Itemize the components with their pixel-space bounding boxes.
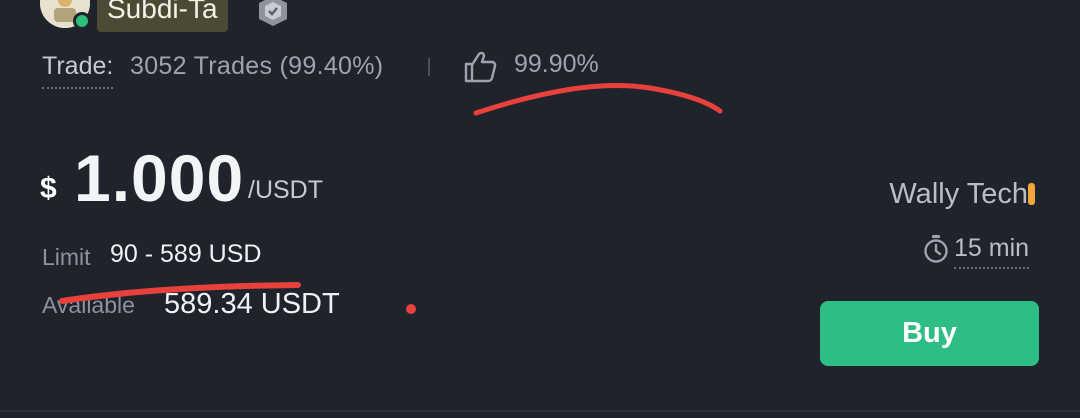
thumbs-up-icon [462, 50, 498, 84]
available-label: Available [42, 292, 135, 318]
annotation-underline-rating [473, 83, 723, 116]
payment-time-limit[interactable]: 15 min [954, 234, 1030, 269]
annotation-dot [406, 304, 416, 314]
divider [0, 410, 1080, 412]
verified-badge-icon [254, 0, 292, 28]
trade-count-value: 3052 Trades [130, 52, 273, 80]
positive-rating: 99.90% [514, 50, 599, 78]
stats-divider [428, 58, 430, 76]
stopwatch-icon [922, 234, 950, 264]
unit-price: 1.000 [74, 141, 245, 215]
payment-method-color-bar [1028, 183, 1035, 205]
currency-symbol: $ [40, 172, 57, 205]
online-status-dot [73, 12, 91, 30]
available-value: 589.34 USDT [164, 288, 340, 320]
price-unit: /USDT [248, 176, 323, 204]
limit-label: Limit [42, 244, 91, 270]
merchant-name[interactable]: Subdi-Ta [97, 0, 228, 32]
completion-rate: (99.40%) [279, 52, 384, 80]
trade-label[interactable]: Trade: [42, 52, 114, 89]
payment-method: Wally Tech [889, 178, 1028, 210]
buy-button[interactable]: Buy [820, 301, 1039, 366]
trade-count: 3052 Trades (99.40%) [130, 52, 383, 81]
limit-value: 90 - 589 USD [110, 240, 262, 268]
